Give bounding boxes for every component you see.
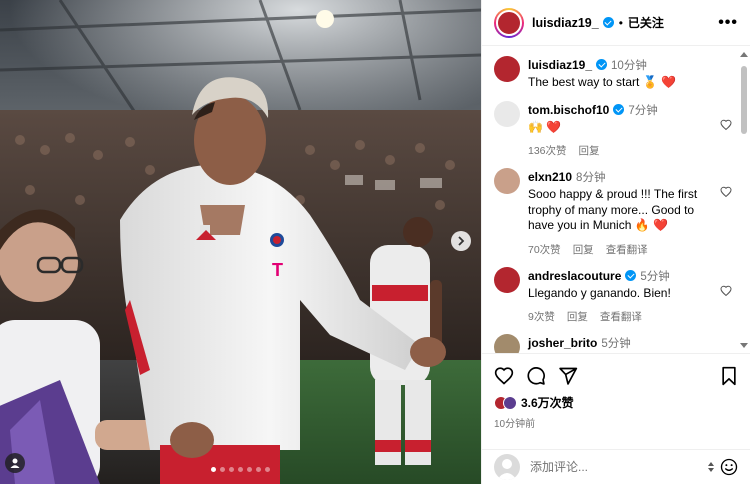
comment-like-count[interactable]: 70次赞 — [528, 242, 561, 257]
comment-text: Llegando y ganando. Bien! — [528, 285, 671, 300]
comment-text: Sooo happy & proud !!! The first trophy … — [528, 187, 698, 232]
comment-like-heart-icon[interactable] — [720, 285, 732, 297]
carousel-dots — [0, 467, 481, 472]
comment-meta: 9次赞 回复 查看翻译 — [528, 309, 710, 324]
comment-time: 5分钟 — [640, 270, 670, 283]
carousel-dot — [220, 467, 225, 472]
see-translation-button[interactable]: 查看翻译 — [600, 309, 642, 324]
header-separator: • — [618, 15, 623, 30]
carousel-dot — [256, 467, 261, 472]
post-header: luisdiaz19_ • 已关注 ••• — [482, 0, 750, 46]
author-username[interactable]: luisdiaz19_ — [532, 16, 599, 30]
post-caption: luisdiaz19_ 10分钟 The best way to start 🏅 … — [494, 56, 728, 91]
comment-item: elxn210 8分钟 Sooo happy & proud !!! The fir… — [494, 168, 732, 257]
see-translation-button[interactable]: 查看翻译 — [606, 242, 648, 257]
verified-badge-icon — [596, 59, 608, 70]
default-avatar-icon — [497, 459, 517, 480]
comment-like-heart-icon[interactable] — [720, 119, 732, 131]
commenter-avatar[interactable] — [494, 100, 520, 127]
comment-meta: 70次赞 回复 查看翻译 — [528, 242, 710, 257]
comment-like-heart-icon[interactable] — [720, 186, 732, 198]
post-photo[interactable]: T — [0, 0, 481, 484]
caption-username[interactable]: luisdiaz19_ — [528, 58, 592, 72]
commenter-username[interactable]: andreslacouture — [528, 269, 621, 283]
caption-text: The best way to start 🏅 ❤️ — [528, 75, 676, 89]
carousel-dot — [247, 467, 252, 472]
verified-badge-icon — [625, 269, 637, 281]
share-send-icon[interactable] — [558, 366, 578, 386]
carousel-dot — [265, 467, 270, 472]
more-options-icon[interactable]: ••• — [718, 14, 738, 32]
carousel-dot — [229, 467, 234, 472]
reply-button[interactable]: 回复 — [579, 143, 600, 158]
comment-like-count[interactable]: 9次赞 — [528, 309, 555, 324]
verified-badge-icon — [602, 17, 614, 28]
chevron-right-icon — [458, 236, 465, 246]
caption-time: 10分钟 — [611, 60, 647, 72]
comment-time: 8分钟 — [576, 172, 606, 184]
following-button[interactable]: 已关注 — [628, 14, 664, 31]
commenter-username[interactable]: josher_brito — [528, 336, 597, 350]
post-details-panel: luisdiaz19_ • 已关注 ••• luisdiaz19_ 10分钟 Th… — [481, 0, 750, 484]
like-count[interactable]: 3.6万次赞 — [521, 394, 574, 411]
comment-item: tom.bischof10 7分钟 🙌 ❤️ 136次赞 回复 — [494, 100, 732, 159]
comment-input[interactable] — [530, 460, 708, 474]
post-actions: 3.6万次赞 10分钟前 — [482, 353, 750, 449]
scroll-down-arrow-icon[interactable] — [740, 343, 748, 348]
like-heart-icon[interactable] — [494, 366, 514, 386]
scroll-up-arrow-icon[interactable] — [740, 52, 748, 57]
reply-button[interactable]: 回复 — [567, 309, 588, 324]
save-bookmark-icon[interactable] — [720, 366, 738, 386]
comment-text: 🙌 ❤️ — [528, 119, 562, 134]
reply-button[interactable]: 回复 — [573, 242, 594, 257]
comment-time: 7分钟 — [628, 104, 658, 117]
next-photo-button[interactable] — [451, 231, 471, 251]
post-image: T — [0, 0, 481, 484]
posted-time: 10分钟前 — [494, 419, 536, 430]
comment-item: josher_brito 5分钟 — [494, 334, 728, 353]
commenter-username[interactable]: elxn210 — [528, 170, 572, 184]
commenter-avatar[interactable] — [494, 334, 520, 353]
comment-item: andreslacouture 5分钟 Llegando y ganando. Bi… — [494, 266, 732, 325]
caption-avatar[interactable] — [494, 56, 520, 82]
add-comment-bar — [482, 449, 750, 484]
input-spinner[interactable] — [708, 462, 714, 472]
scrollbar-thumb[interactable] — [741, 66, 747, 134]
comments-scrollbar[interactable] — [740, 52, 748, 348]
carousel-dot — [238, 467, 243, 472]
comment-time: 5分钟 — [601, 338, 631, 350]
comment-meta: 136次赞 回复 — [528, 143, 710, 158]
likes-summary[interactable]: 3.6万次赞 — [494, 394, 738, 411]
author-avatar[interactable] — [494, 7, 524, 38]
comments-list[interactable]: luisdiaz19_ 10分钟 The best way to start 🏅 … — [482, 46, 750, 353]
comment-bubble-icon[interactable] — [526, 366, 546, 386]
commenter-username[interactable]: tom.bischof10 — [528, 103, 609, 117]
current-user-avatar — [494, 454, 520, 480]
verified-badge-icon — [613, 103, 625, 115]
commenter-avatar[interactable] — [494, 266, 520, 293]
carousel-dot — [211, 467, 216, 472]
comment-like-count[interactable]: 136次赞 — [528, 143, 567, 158]
emoji-icon[interactable] — [720, 458, 738, 476]
svg-text:T: T — [272, 260, 283, 280]
liker-avatar — [503, 395, 517, 410]
commenter-avatar[interactable] — [494, 168, 520, 194]
instagram-post-modal: T luisdiaz19_ • 已关注 ••• luisdiaz19_ 10分钟… — [0, 0, 750, 484]
